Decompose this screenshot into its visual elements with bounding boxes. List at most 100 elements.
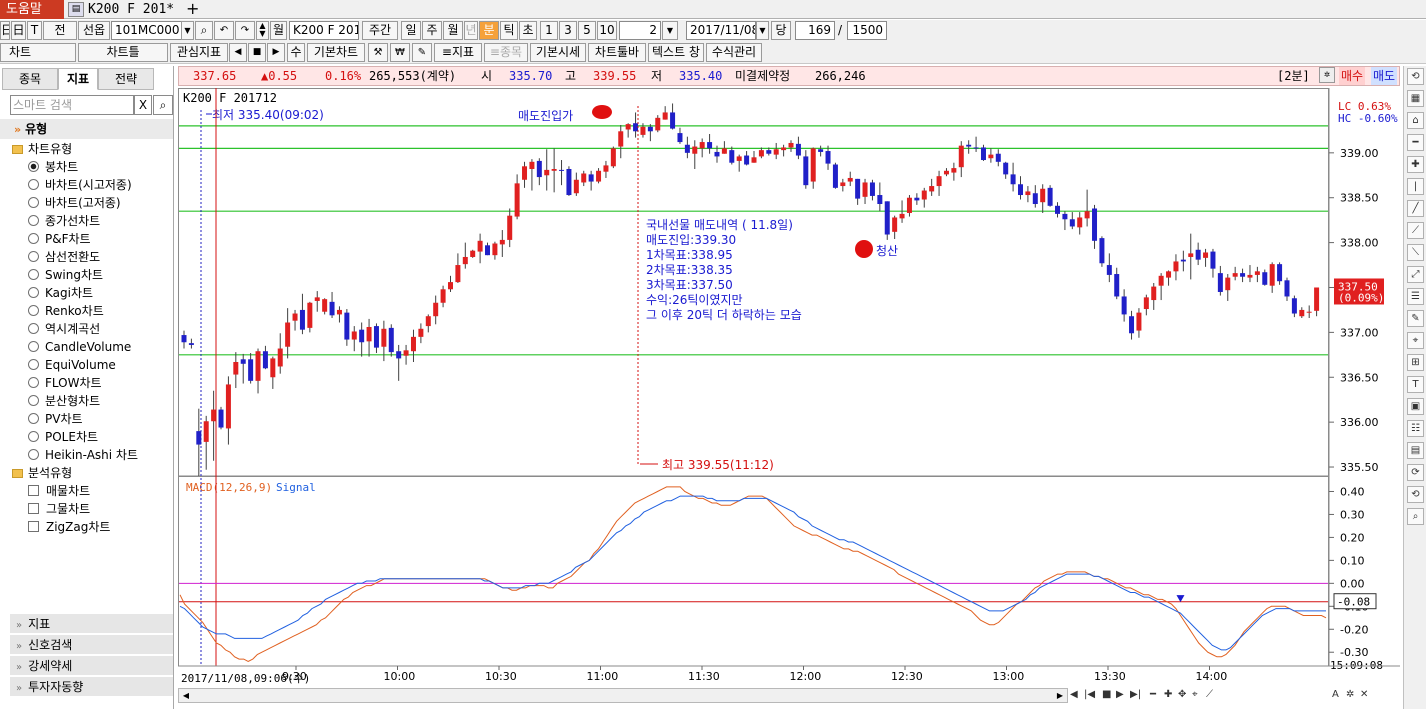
radio-icon[interactable] <box>28 233 39 244</box>
period-button-month[interactable]: 월 <box>443 21 463 40</box>
market-select-button[interactable]: 선옵 <box>78 21 110 40</box>
pen-icon[interactable]: ✎ <box>412 43 432 62</box>
drawing-tool-icon[interactable]: ⌖ <box>1407 332 1424 349</box>
won-icon[interactable]: ₩ <box>390 43 410 62</box>
drawing-tool-icon[interactable]: ━ <box>1407 134 1424 151</box>
chart-type-option[interactable]: 바차트(시고저종) <box>28 177 132 194</box>
period-button-day[interactable]: 일 <box>401 21 421 40</box>
radio-icon[interactable] <box>28 359 39 370</box>
basic-chart-button[interactable]: 기본차트 <box>307 43 365 62</box>
drawing-tool-icon[interactable]: ⟋ <box>1407 222 1424 239</box>
drawing-tool-icon[interactable]: ⤢ <box>1407 266 1424 283</box>
drawing-tool-icon[interactable]: ⌂ <box>1407 112 1424 129</box>
period-button-second[interactable]: 초 <box>519 21 537 40</box>
bottom-item-signal-search[interactable]: » 신호검색 <box>10 634 173 654</box>
chart-type-option[interactable]: Swing차트 <box>28 267 103 284</box>
chart-type-option[interactable]: EquiVolume <box>28 357 116 374</box>
sell-button[interactable]: 매도 <box>1371 67 1398 85</box>
chart-type-option[interactable]: Heikin-Ashi 차트 <box>28 447 138 464</box>
analysis-type-folder[interactable]: 분석유형 <box>12 465 72 482</box>
interval-button-5[interactable]: 5 <box>578 21 596 40</box>
radio-icon[interactable] <box>28 251 39 262</box>
radio-icon[interactable] <box>28 179 39 190</box>
chart-type-option[interactable]: Renko차트 <box>28 303 104 320</box>
zoom-out-icon[interactable]: ━ <box>1150 688 1156 701</box>
drawing-tool-icon[interactable]: ⟲ <box>1407 486 1424 503</box>
text-tool-icon[interactable]: A <box>1332 688 1339 701</box>
help-button[interactable]: 도움말 <box>0 0 64 19</box>
chart-type-option[interactable]: 봉차트 <box>28 159 78 176</box>
interval-button-1[interactable]: 1 <box>540 21 558 40</box>
prev-code-icon[interactable]: ↶ <box>214 21 234 40</box>
drawing-tool-icon[interactable]: ⟍ <box>1407 244 1424 261</box>
radio-icon[interactable] <box>28 413 39 424</box>
stop-icon[interactable]: ■ <box>248 43 266 62</box>
indicator-button[interactable]: ≡지표 <box>434 43 482 62</box>
symbol-button[interactable]: ≡종목 <box>484 43 528 62</box>
chart-type-folder[interactable]: 차트유형 <box>12 141 72 158</box>
tab-indicator[interactable]: 지표 <box>58 68 98 90</box>
buy-button[interactable]: 매수 <box>1339 67 1366 85</box>
chart-menu-button[interactable]: 차트 <box>0 43 76 62</box>
drawing-tool-icon[interactable]: ▣ <box>1407 398 1424 415</box>
bottom-item-indicator[interactable]: » 지표 <box>10 613 173 633</box>
drawing-tool-icon[interactable]: T <box>1407 376 1424 393</box>
interval-input[interactable]: 2 <box>619 21 661 40</box>
drawing-tool-icon[interactable]: ⟳ <box>1407 464 1424 481</box>
clear-search-button[interactable]: X <box>134 95 152 115</box>
drawing-tool-icon[interactable]: ⟲ <box>1407 68 1424 85</box>
radio-icon[interactable] <box>28 161 39 172</box>
chart-type-option[interactable]: 바차트(고저종) <box>28 195 121 212</box>
chart-type-option[interactable]: P&F차트 <box>28 231 91 248</box>
formula-manager-button[interactable]: 수식관리 <box>706 43 762 62</box>
radio-icon[interactable] <box>28 197 39 208</box>
date-dropdown-icon[interactable]: ▼ <box>756 21 769 40</box>
close-icon[interactable]: ✕ <box>1360 688 1368 701</box>
analysis-type-option[interactable]: 매물차트 <box>28 483 90 500</box>
nav-stop-icon[interactable]: ■ <box>1102 688 1111 701</box>
radio-icon[interactable] <box>28 305 39 316</box>
zoom-in-icon[interactable]: ✚ <box>1164 688 1172 701</box>
drawing-tool-icon[interactable]: ⌕ <box>1407 508 1424 525</box>
count-input[interactable]: 169 <box>795 21 835 40</box>
checkbox-icon[interactable] <box>28 503 39 514</box>
period-button-tick[interactable]: 틱 <box>500 21 518 40</box>
tool-icon[interactable]: ⚒ <box>368 43 388 62</box>
chart-area[interactable]: K200 F 201712 LC 0.63% HC -0.60% 최저 335.… <box>178 88 1400 688</box>
search-icon[interactable]: ⌕ <box>195 21 213 40</box>
radio-icon[interactable] <box>28 287 39 298</box>
current-button[interactable]: 당 <box>771 21 791 40</box>
radio-icon[interactable] <box>28 449 39 460</box>
drawing-tool-icon[interactable]: | <box>1407 178 1424 195</box>
interest-indicator-button[interactable]: 관심지표 <box>170 43 228 62</box>
chart-type-option[interactable]: POLE차트 <box>28 429 98 446</box>
scroll-right-arrow[interactable]: ▶ <box>1053 689 1067 702</box>
chart-type-option[interactable]: CandleVolume <box>28 339 131 356</box>
drawing-tool-icon[interactable]: ☷ <box>1407 420 1424 437</box>
basic-quote-button[interactable]: 기본시세 <box>530 43 586 62</box>
chart-type-option[interactable]: PV차트 <box>28 411 83 428</box>
settings-icon[interactable]: ✲ <box>1319 67 1335 83</box>
chart-frame-button[interactable]: 차트틀 <box>78 43 168 62</box>
month-button[interactable]: 월 <box>270 21 287 40</box>
total-input[interactable]: 1500 <box>847 21 887 40</box>
radio-icon[interactable] <box>28 341 39 352</box>
draw-line-icon[interactable]: ⟋ <box>1206 688 1213 701</box>
interval-dropdown-icon[interactable]: ▼ <box>662 21 678 40</box>
checkbox-icon[interactable] <box>28 521 39 532</box>
scroll-left-icon[interactable]: ◀ <box>229 43 247 62</box>
radio-icon[interactable] <box>28 215 39 226</box>
search-icon[interactable]: ⌕ <box>153 95 173 115</box>
count-button[interactable]: 수 <box>287 43 305 62</box>
radio-icon[interactable] <box>28 377 39 388</box>
tab-symbol[interactable]: 종목 <box>2 68 58 90</box>
nav-end-icon[interactable]: ▶| <box>1130 688 1141 701</box>
chart-tab[interactable]: K200 F 201* <box>88 0 174 19</box>
interval-button-3[interactable]: 3 <box>559 21 577 40</box>
nav-last-icon[interactable]: |◀ <box>1084 688 1095 701</box>
bottom-item-strength[interactable]: » 강세약세 <box>10 655 173 675</box>
settings-icon[interactable]: ✲ <box>1346 688 1354 701</box>
chart-toolbar-button[interactable]: 차트툴바 <box>588 43 646 62</box>
drawing-tool-icon[interactable]: ✚ <box>1407 156 1424 173</box>
chart-type-option[interactable]: 종가선차트 <box>28 213 100 230</box>
